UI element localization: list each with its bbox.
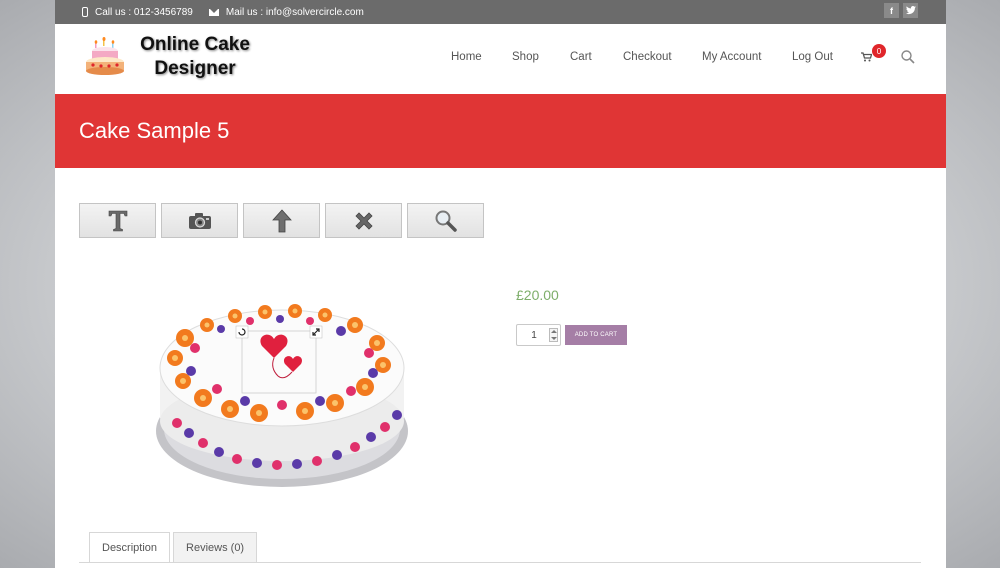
search-icon[interactable]: [901, 50, 915, 64]
nav-cart[interactable]: Cart: [570, 51, 592, 63]
add-image-button[interactable]: [161, 203, 238, 238]
header: Online Cake Designer Home Shop Cart Chec…: [55, 24, 946, 94]
camera-icon: [188, 212, 211, 229]
add-text-button[interactable]: [79, 203, 156, 238]
main-nav: Home Shop Cart Checkout My Account Log O…: [55, 24, 946, 94]
social-links: f: [884, 3, 918, 18]
twitter-icon[interactable]: [903, 3, 918, 18]
mail-text: Mail us : info@solvercircle.com: [225, 6, 364, 18]
zoom-button[interactable]: [407, 203, 484, 238]
quantity-stepper[interactable]: [516, 324, 561, 346]
phone-text: Call us : 012-3456789: [95, 6, 193, 18]
nav-my-account[interactable]: My Account: [702, 51, 761, 63]
add-to-cart-button[interactable]: ADD TO CART: [565, 325, 627, 345]
quantity-spinner[interactable]: [549, 328, 558, 342]
nav-shop[interactable]: Shop: [512, 51, 539, 63]
text-tool-icon: [108, 210, 127, 231]
phone-icon: [82, 7, 88, 17]
upload-arrow-icon: [271, 208, 292, 232]
contact-info: Call us : 012-3456789 Mail us : info@sol…: [82, 0, 364, 24]
tab-reviews[interactable]: Reviews (0): [173, 532, 258, 562]
tabs-divider: [79, 562, 921, 563]
zoom-icon: [435, 210, 457, 232]
cart-count-badge: 0: [872, 44, 886, 58]
nav-home[interactable]: Home: [451, 51, 482, 63]
page-title: Cake Sample 5: [79, 118, 230, 143]
mail-icon: [208, 8, 219, 16]
page-title-banner: Cake Sample 5: [55, 94, 946, 168]
delete-x-icon: [354, 211, 373, 230]
product-tabs: Description Reviews (0): [89, 532, 258, 563]
upload-button[interactable]: [243, 203, 320, 238]
page: Call us : 012-3456789 Mail us : info@sol…: [55, 0, 946, 568]
nav-checkout[interactable]: Checkout: [623, 51, 672, 63]
phone-info: Call us : 012-3456789: [82, 7, 193, 18]
designer-toolbar: [79, 203, 484, 238]
mail-info: Mail us : info@solvercircle.com: [208, 6, 364, 18]
cart-icon[interactable]: [861, 52, 872, 62]
product-price: £20.00: [516, 287, 559, 303]
tab-description[interactable]: Description: [89, 532, 171, 563]
nav-log-out[interactable]: Log Out: [792, 51, 833, 63]
quantity-input[interactable]: [520, 326, 548, 345]
cake-design-canvas[interactable]: [155, 303, 410, 488]
facebook-icon[interactable]: f: [884, 3, 899, 18]
top-bar: Call us : 012-3456789 Mail us : info@sol…: [55, 0, 946, 24]
delete-button[interactable]: [325, 203, 402, 238]
